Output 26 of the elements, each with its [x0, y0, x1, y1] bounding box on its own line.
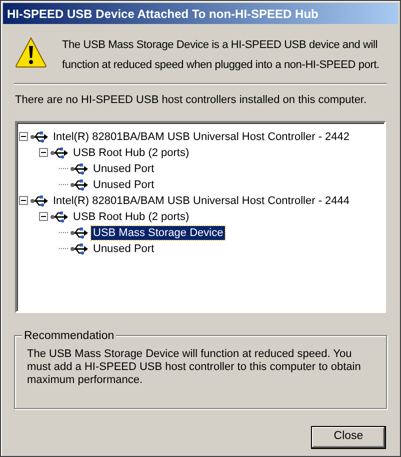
tree-item[interactable]: Intel(R) 82801BA/BAM USB Universal Host Controller - 2442: [51, 130, 352, 144]
info-text: There are no HI-SPEED USB host controllers installed on this computer.: [15, 94, 367, 106]
usb-icon: [70, 225, 89, 240]
collapse-toggle[interactable]: [39, 148, 48, 157]
tree-item[interactable]: Intel(R) 82801BA/BAM USB Universal Host Controller - 2444: [51, 194, 352, 208]
tree-item[interactable]: Unused Port: [91, 178, 156, 192]
warning-icon: [15, 37, 47, 68]
collapse-toggle[interactable]: [39, 212, 48, 221]
collapse-toggle[interactable]: [19, 196, 28, 205]
usb-icon: [70, 161, 89, 176]
tree-item[interactable]: Unused Port: [91, 162, 156, 176]
tree-item[interactable]: USB Root Hub (2 ports): [71, 210, 192, 224]
tree-item[interactable]: USB Root Hub (2 ports): [71, 146, 192, 160]
window-title: HI-SPEED USB Device Attached To non-HI-SPEED Hub: [7, 6, 318, 22]
usb-icon: [30, 193, 49, 208]
collapse-toggle[interactable]: [19, 132, 28, 141]
usb-icon: [50, 209, 69, 224]
warning-message: The USB Mass Storage Device is a HI-SPEED USB device and will function at reduced speed when plugged into a non-HI-SPEED port.: [62, 38, 380, 73]
usb-icon: [70, 241, 89, 256]
usb-icon: [50, 145, 69, 160]
tree-item[interactable]: USB Mass Storage Device: [91, 226, 226, 240]
usb-icon: [30, 129, 49, 144]
usb-icon: [70, 177, 89, 192]
tree-item[interactable]: Unused Port: [91, 242, 156, 256]
close-button[interactable]: Close: [311, 426, 386, 448]
recommendation-text: The USB Mass Storage Device will function at reduced speed. You must add a HI-SPEED USB host controller to this computer to obtain maximum performance.: [27, 348, 362, 386]
